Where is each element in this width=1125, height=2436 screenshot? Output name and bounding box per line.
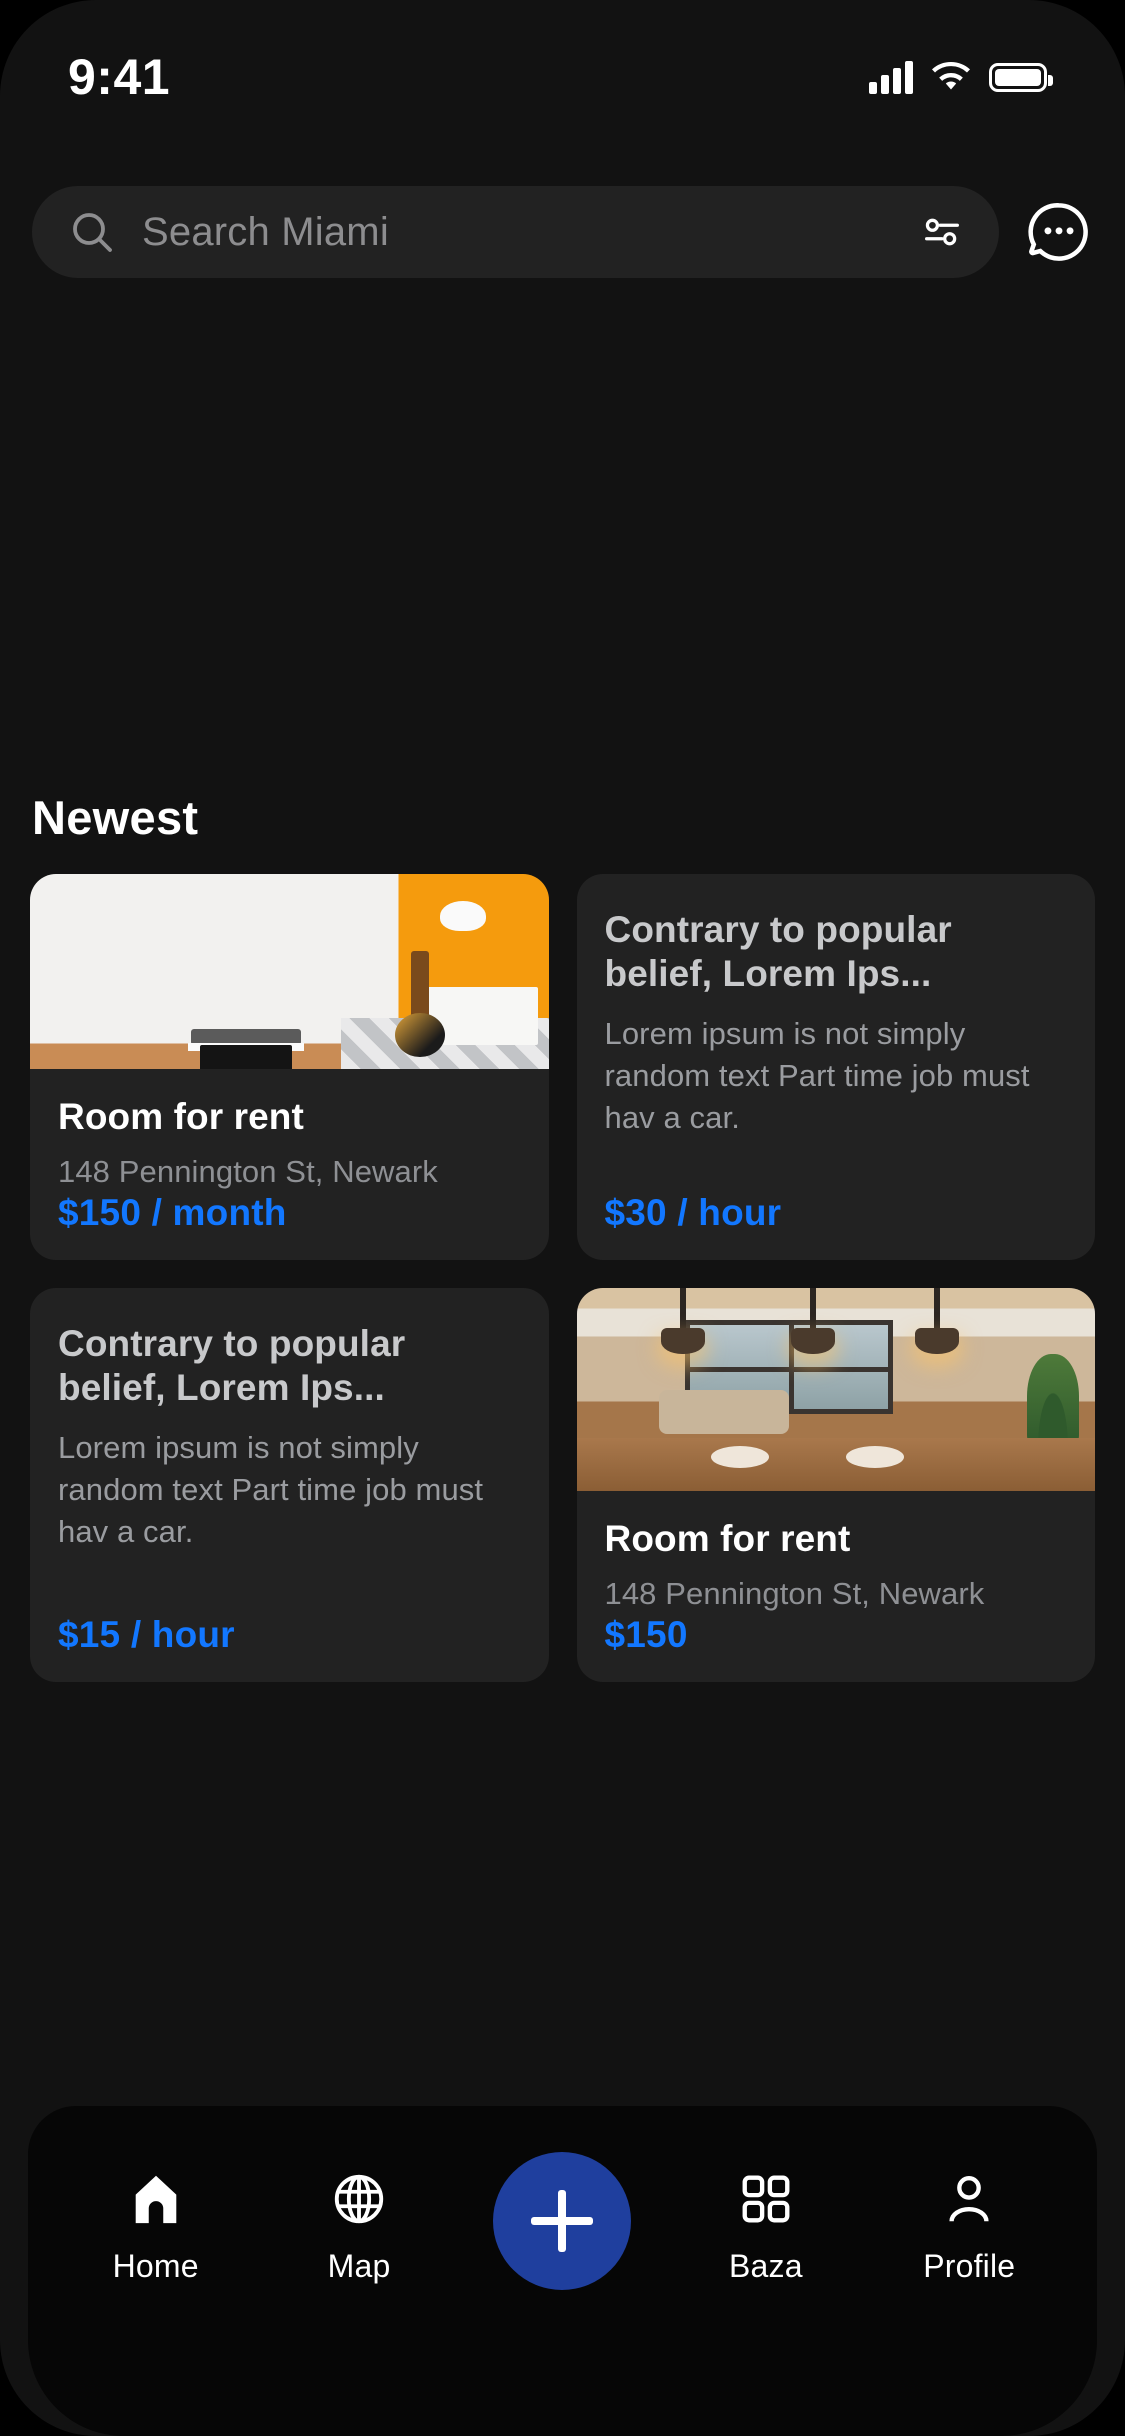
listing-card[interactable]: Contrary to popular belief, Lorem Ips...… <box>30 1288 549 1682</box>
nav-label-baza: Baza <box>729 2248 803 2285</box>
globe-icon <box>330 2168 388 2230</box>
phone-screen: 9:41 Search Miami <box>0 0 1125 2436</box>
home-icon <box>127 2168 185 2230</box>
listing-photo <box>30 874 549 1069</box>
listing-description: Lorem ipsum is not simply random text Pa… <box>58 1427 521 1553</box>
nav-item-home[interactable]: Home <box>81 2168 231 2285</box>
listing-price: $150 / month <box>30 1192 549 1260</box>
status-icons <box>869 46 1047 94</box>
nav-item-profile[interactable]: Profile <box>894 2168 1044 2285</box>
bottom-nav-items: Home Map <box>28 2168 1097 2290</box>
listing-photo <box>577 1288 1096 1491</box>
listing-price: $150 <box>577 1614 1096 1682</box>
status-bar: 9:41 <box>0 0 1125 140</box>
room-photo-orange-wall <box>30 874 549 1069</box>
nav-label-map: Map <box>328 2248 391 2285</box>
status-time: 9:41 <box>68 34 170 106</box>
page-title: Newest <box>32 790 198 845</box>
listing-title: Room for rent <box>58 1095 521 1139</box>
listing-price: $30 / hour <box>577 1192 1096 1260</box>
nav-item-map[interactable]: Map <box>284 2168 434 2285</box>
filter-sliders-icon[interactable] <box>919 209 965 255</box>
person-icon <box>940 2168 998 2230</box>
listing-body: Contrary to popular belief, Lorem Ips...… <box>30 1288 549 1614</box>
wifi-icon <box>931 62 971 92</box>
listing-description: Lorem ipsum is not simply random text Pa… <box>605 1013 1068 1139</box>
battery-full-icon <box>989 63 1047 92</box>
bottom-navigation: Home Map <box>28 2106 1097 2436</box>
search-input-placeholder: Search Miami <box>142 210 893 255</box>
grid-squares-icon <box>737 2168 795 2230</box>
nav-item-add[interactable] <box>487 2168 637 2290</box>
nav-item-baza[interactable]: Baza <box>691 2168 841 2285</box>
listing-body: Room for rent 148 Pennington St, Newark <box>577 1491 1096 1614</box>
listing-card[interactable]: Room for rent 148 Pennington St, Newark … <box>577 1288 1096 1682</box>
listing-card[interactable]: Room for rent 148 Pennington St, Newark … <box>30 874 549 1260</box>
cellular-signal-icon <box>869 60 913 94</box>
listing-card[interactable]: Contrary to popular belief, Lorem Ips...… <box>577 874 1096 1260</box>
listing-title: Room for rent <box>605 1517 1068 1561</box>
listing-grid: Room for rent 148 Pennington St, Newark … <box>30 874 1095 1682</box>
listing-address: 148 Pennington St, Newark <box>605 1574 1068 1614</box>
chat-bubble-dots-icon[interactable] <box>1025 198 1093 266</box>
add-listing-button[interactable] <box>493 2152 631 2290</box>
listing-price: $15 / hour <box>30 1614 549 1682</box>
nav-label-profile: Profile <box>923 2248 1015 2285</box>
nav-label-home: Home <box>113 2248 199 2285</box>
listing-title: Contrary to popular belief, Lorem Ips... <box>58 1322 521 1409</box>
plus-icon <box>531 2190 593 2252</box>
listing-body: Contrary to popular belief, Lorem Ips...… <box>577 874 1096 1192</box>
search-icon <box>68 208 116 256</box>
listing-body: Room for rent 148 Pennington St, Newark <box>30 1069 549 1192</box>
room-photo-wood-interior <box>577 1288 1096 1491</box>
listing-title: Contrary to popular belief, Lorem Ips... <box>605 908 1068 995</box>
search-row: Search Miami <box>32 186 1093 278</box>
listing-address: 148 Pennington St, Newark <box>58 1152 521 1192</box>
search-input[interactable]: Search Miami <box>32 186 999 278</box>
